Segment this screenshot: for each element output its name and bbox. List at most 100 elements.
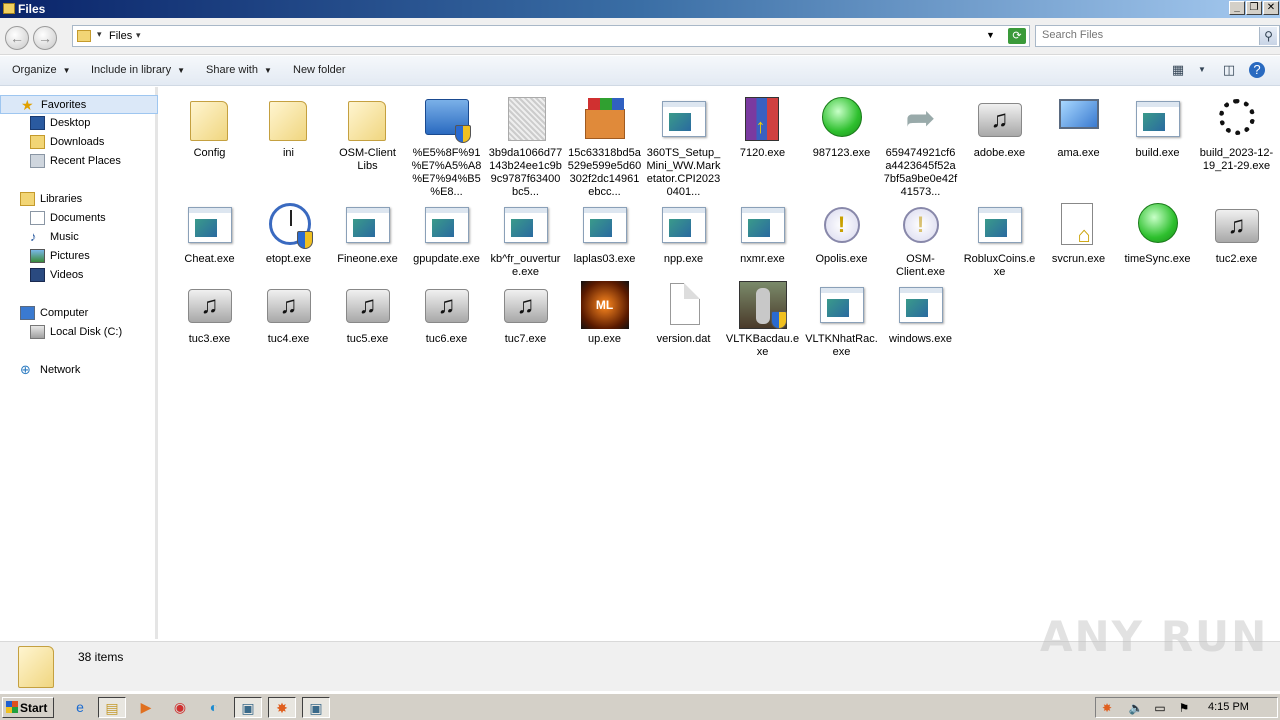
file-item[interactable]: version.dat: [644, 281, 723, 346]
media-player-icon[interactable]: ▶: [132, 697, 160, 718]
file-item[interactable]: Fineone.exe: [328, 201, 407, 266]
warning-icon: !: [897, 201, 945, 249]
file-item[interactable]: 3b9da1066d77143b24ee1c9b9c9787f63400bc5.…: [486, 95, 565, 199]
file-item[interactable]: ➦ 659474921cf6a4423645f52a7bf5a9be0e42f41…: [881, 95, 960, 199]
computer-icon: [1055, 95, 1103, 143]
file-item[interactable]: gpupdate.exe: [407, 201, 486, 266]
sidebar-item-videos[interactable]: Videos: [0, 266, 158, 285]
speaker-icon: ♫: [502, 281, 550, 329]
window-exe-icon: [502, 201, 550, 249]
file-item[interactable]: ! OSM-Client.exe: [881, 201, 960, 279]
sidebar-item-documents[interactable]: Documents: [0, 209, 158, 228]
computer-icon: [20, 306, 35, 320]
file-item[interactable]: Cheat.exe: [170, 201, 249, 266]
edge-icon[interactable]: ◐: [200, 697, 228, 718]
search-box[interactable]: ⚲: [1035, 25, 1280, 47]
window-exe-icon: [660, 95, 708, 143]
help-icon[interactable]: ?: [1249, 62, 1265, 78]
file-item[interactable]: 7120.exe: [723, 95, 802, 160]
file-item[interactable]: ♫ tuc3.exe: [170, 281, 249, 346]
program-window-icon[interactable]: ▣: [302, 697, 330, 718]
game-character-icon: [738, 281, 787, 329]
sidebar-item-desktop[interactable]: Desktop: [0, 114, 158, 133]
folder-icon: [186, 95, 234, 143]
include-in-library-button[interactable]: Include in library ▼: [91, 64, 185, 76]
libraries-icon: [20, 192, 35, 206]
sidebar-item-pictures[interactable]: Pictures: [0, 247, 158, 266]
file-item[interactable]: windows.exe: [881, 281, 960, 346]
minimize-button[interactable]: _: [1229, 1, 1245, 15]
sidebar-item-recent-places[interactable]: Recent Places: [0, 152, 158, 171]
file-item[interactable]: ! Opolis.exe: [802, 201, 881, 266]
file-item[interactable]: timeSync.exe: [1118, 201, 1197, 266]
forward-button[interactable]: →: [33, 26, 57, 50]
view-options-icon[interactable]: ▦: [1170, 62, 1186, 78]
close-button[interactable]: ✕: [1263, 1, 1279, 15]
sidebar-item-favorites[interactable]: ★ Favorites: [0, 95, 158, 114]
organize-button[interactable]: Organize ▼: [12, 64, 71, 76]
file-item[interactable]: ♫ adobe.exe: [960, 95, 1039, 160]
file-item[interactable]: ♫ tuc7.exe: [486, 281, 565, 346]
file-item[interactable]: OSM-Client Libs: [328, 95, 407, 173]
refresh-icon[interactable]: ⟳: [1008, 28, 1026, 44]
file-item[interactable]: 15c63318bd5a529e599e5d60302f2dc14961ebcc…: [565, 95, 644, 199]
file-item[interactable]: VLTKBacdau.exe: [723, 281, 802, 359]
folder-icon: [18, 646, 54, 688]
chrome-icon[interactable]: ◉: [166, 697, 194, 718]
new-folder-button[interactable]: New folder: [293, 64, 346, 76]
sidebar-item-local-disk[interactable]: Local Disk (C:): [0, 323, 158, 342]
up-exe-icon: ML: [580, 281, 629, 329]
chevron-down-icon[interactable]: ▼: [1194, 62, 1210, 78]
search-icon[interactable]: ⚲: [1259, 27, 1277, 45]
file-item[interactable]: ♫ tuc6.exe: [407, 281, 486, 346]
sidebar-item-downloads[interactable]: Downloads: [0, 133, 158, 152]
sidebar-item-network[interactable]: ⊕ Network: [0, 361, 158, 380]
file-item[interactable]: build.exe: [1118, 95, 1197, 160]
address-dropdown-icon[interactable]: ▼: [986, 30, 995, 40]
search-input[interactable]: [1042, 29, 1252, 41]
file-item[interactable]: VLTKNhatRac.exe: [802, 281, 881, 359]
window-exe-icon: [897, 281, 945, 329]
action-center-icon[interactable]: ⚑: [1176, 700, 1192, 716]
file-item[interactable]: 987123.exe: [802, 95, 881, 160]
network-tray-icon[interactable]: ▭: [1152, 700, 1168, 716]
file-item[interactable]: %E5%8F%91%E7%A5%A8%E7%94%B5%E8...: [407, 95, 486, 199]
file-item[interactable]: Config: [170, 95, 249, 160]
file-item[interactable]: ML up.exe: [565, 281, 644, 346]
chevron-down-icon[interactable]: ▾: [97, 29, 102, 40]
file-item[interactable]: kb^fr_ouverture.exe: [486, 201, 565, 279]
program-window-icon[interactable]: ▣: [234, 697, 262, 718]
sidebar-item-music[interactable]: ♪ Music: [0, 228, 158, 247]
file-item[interactable]: ♫ tuc5.exe: [328, 281, 407, 346]
file-item[interactable]: ini: [249, 95, 328, 160]
explorer-icon[interactable]: ▤: [98, 697, 126, 718]
start-button[interactable]: Start: [2, 697, 54, 718]
sidebar-item-computer[interactable]: Computer: [0, 304, 158, 323]
app-tray-icon[interactable]: ✸: [1099, 700, 1115, 716]
clock[interactable]: 4:15 PM: [1208, 701, 1249, 713]
file-item[interactable]: ♫ tuc4.exe: [249, 281, 328, 346]
breadcrumb[interactable]: Files: [109, 30, 132, 42]
address-box[interactable]: ▾ Files ▾ ▼ ⟳: [72, 25, 1030, 47]
file-item[interactable]: laplas03.exe: [565, 201, 644, 266]
file-item[interactable]: svcrun.exe: [1039, 201, 1118, 266]
file-item[interactable]: build_2023-12-19_21-29.exe: [1197, 95, 1276, 173]
window-title-bar[interactable]: Files _ ❐ ✕: [0, 0, 1280, 18]
file-item[interactable]: ♫ tuc2.exe: [1197, 201, 1276, 266]
ie-icon[interactable]: e: [66, 697, 94, 718]
file-item[interactable]: etopt.exe: [249, 201, 328, 266]
share-with-button[interactable]: Share with ▼: [206, 64, 272, 76]
chevron-down-icon[interactable]: ▾: [136, 30, 141, 41]
back-button[interactable]: ←: [5, 26, 29, 50]
restore-button[interactable]: ❐: [1246, 1, 1262, 15]
up-exe-taskbar-icon[interactable]: ✸: [268, 697, 296, 718]
preview-pane-icon[interactable]: ◫: [1221, 62, 1237, 78]
file-item[interactable]: npp.exe: [644, 201, 723, 266]
sidebar-item-libraries[interactable]: Libraries: [0, 190, 158, 209]
folder-icon: [3, 3, 15, 14]
file-item[interactable]: RobluxCoins.exe: [960, 201, 1039, 279]
volume-icon[interactable]: 🔈: [1128, 700, 1144, 716]
file-item[interactable]: 360TS_Setup_Mini_WW.Marketator.CPI202304…: [644, 95, 723, 199]
file-item[interactable]: ama.exe: [1039, 95, 1118, 160]
file-item[interactable]: nxmr.exe: [723, 201, 802, 266]
